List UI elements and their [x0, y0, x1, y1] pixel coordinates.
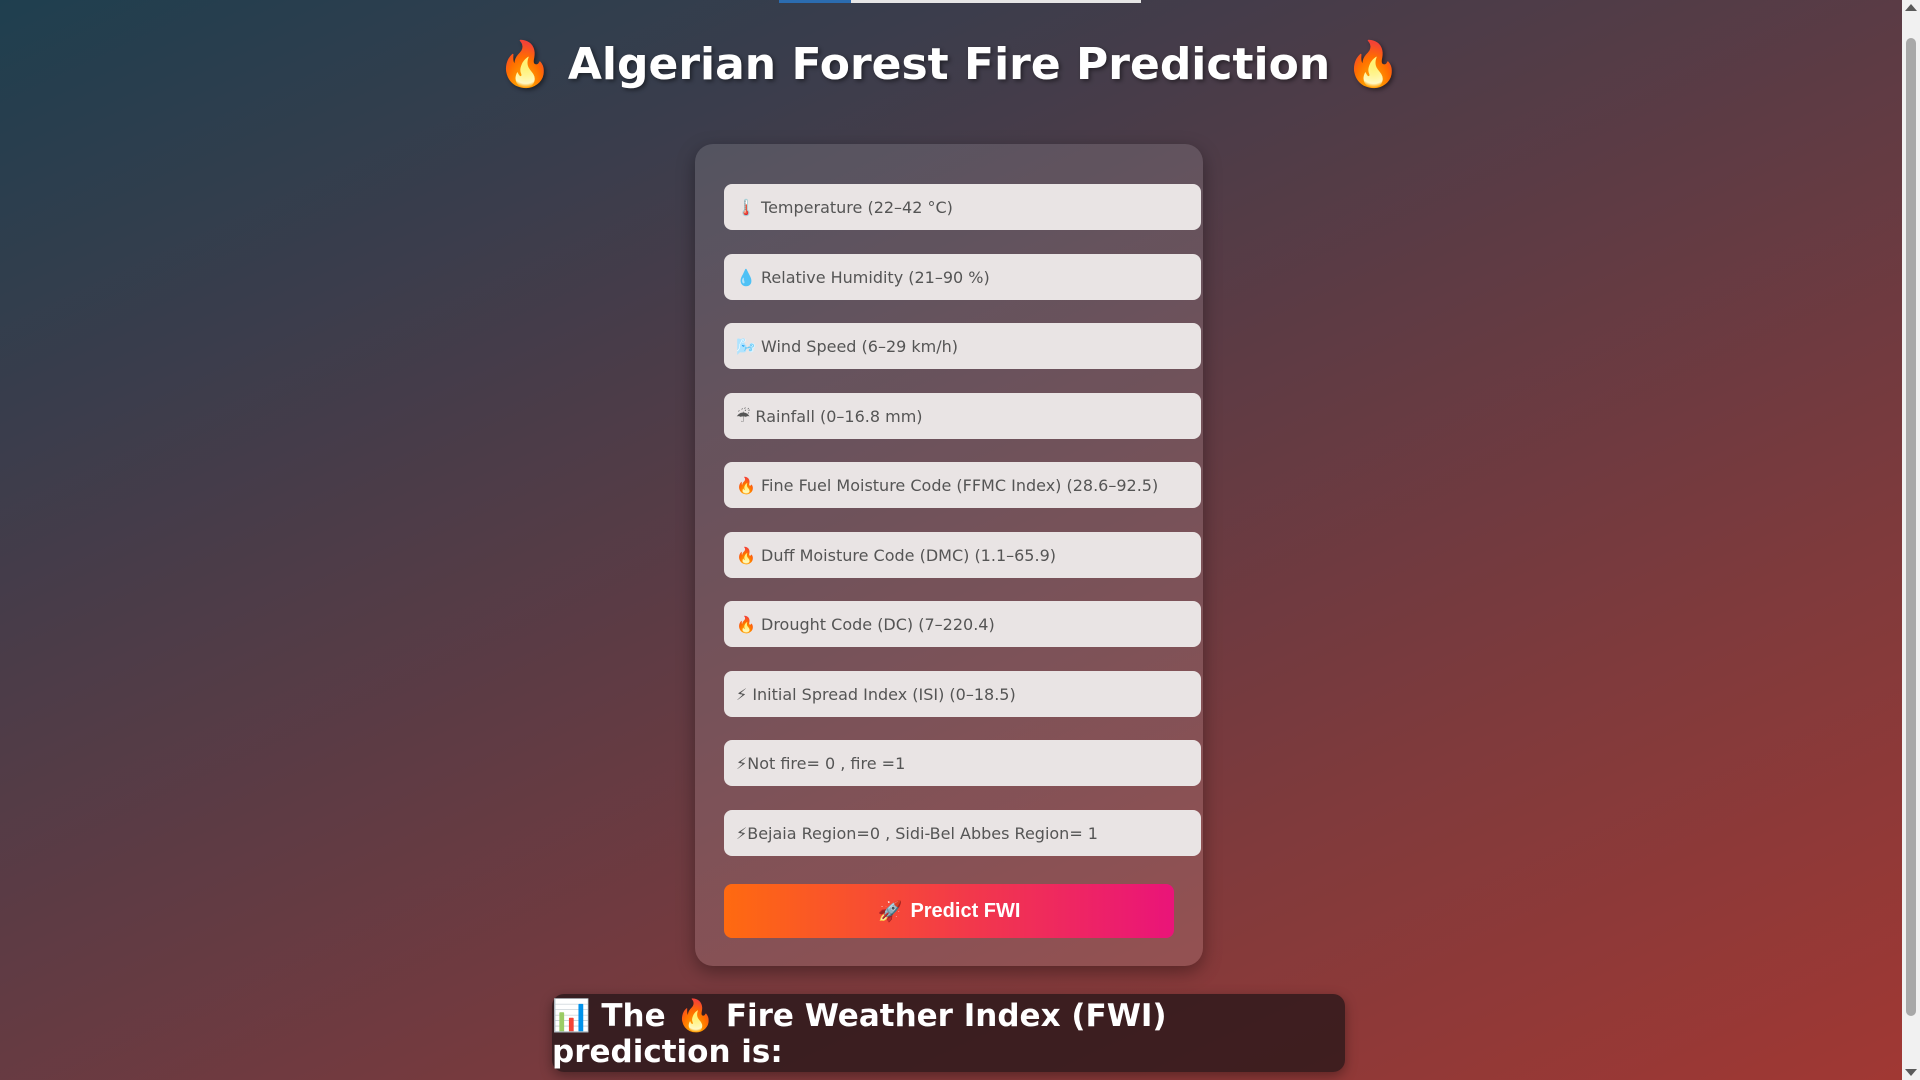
page-scrollbar[interactable]: [1902, 0, 1920, 1080]
region-input[interactable]: [724, 810, 1201, 856]
scroll-down-arrow-icon[interactable]: [1905, 1069, 1917, 1076]
isi-input[interactable]: [724, 671, 1201, 717]
dc-input[interactable]: [724, 601, 1201, 647]
classes-input[interactable]: [724, 740, 1201, 786]
prediction-result-text: 📊 The 🔥 Fire Weather Index (FWI) predict…: [552, 997, 1167, 1070]
temperature-input[interactable]: [724, 184, 1201, 230]
rainfall-input[interactable]: [724, 393, 1201, 439]
predict-fwi-label: Predict FWI: [910, 899, 1021, 922]
page-title: 🔥 Algerian Forest Fire Prediction 🔥: [497, 39, 1401, 90]
predict-fwi-button[interactable]: 🚀 Predict FWI: [724, 884, 1174, 938]
prediction-result: 📊 The 🔥 Fire Weather Index (FWI) predict…: [552, 994, 1345, 1072]
ffmc-input[interactable]: [724, 462, 1201, 508]
scrollbar-thumb[interactable]: [1906, 38, 1916, 1016]
page-load-progress-fill: [779, 0, 852, 3]
scroll-up-arrow-icon[interactable]: [1905, 4, 1917, 11]
rocket-icon: 🚀: [877, 900, 903, 923]
dmc-input[interactable]: [724, 532, 1201, 578]
relative-humidity-input[interactable]: [724, 254, 1201, 300]
page-load-progress-bar: [779, 0, 1141, 3]
prediction-form: 🚀 Predict FWI: [695, 144, 1203, 966]
wind-speed-input[interactable]: [724, 323, 1201, 369]
